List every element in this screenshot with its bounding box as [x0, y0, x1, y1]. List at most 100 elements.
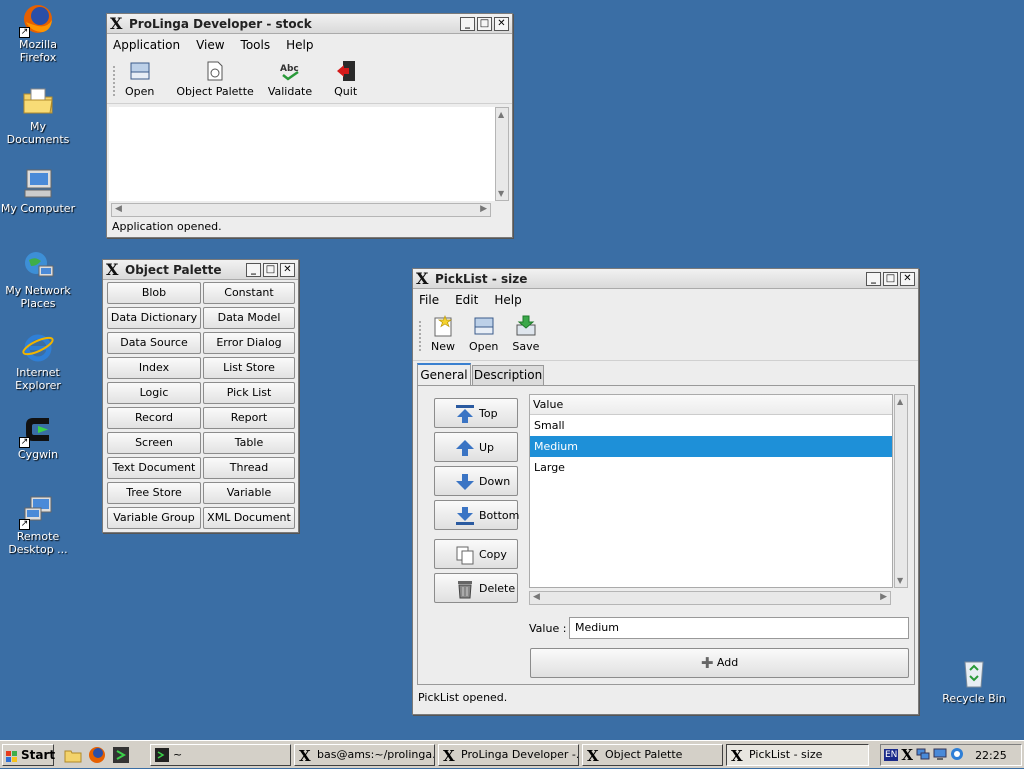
arrow-top-icon [455, 404, 475, 424]
copy-button[interactable]: Copy [434, 539, 518, 569]
clock[interactable]: 22:25 [975, 749, 1007, 762]
object-palette-button[interactable]: Object Palette [176, 60, 254, 98]
bottom-button[interactable]: Bottom [434, 500, 519, 530]
palette-xml-document-button[interactable]: XML Document [203, 507, 295, 529]
desktop-icon-cygwin[interactable]: ↗ Cygwin [0, 412, 76, 461]
maximize-button[interactable]: □ [883, 272, 898, 286]
palette-titlebar[interactable]: X Object Palette _ □ ✕ [103, 260, 298, 280]
taskbar-item-bas[interactable]: X bas@ams:~/prolinga... [294, 744, 435, 766]
taskbar-item-object-palette[interactable]: X Object Palette [582, 744, 723, 766]
palette-variable-button[interactable]: Variable [203, 482, 295, 504]
list-item[interactable]: Large [530, 457, 892, 478]
start-button[interactable]: Start [2, 744, 55, 766]
desktop-icon-my-documents[interactable]: My Documents [0, 84, 76, 146]
palette-record-button[interactable]: Record [107, 407, 201, 429]
list-horizontal-scrollbar[interactable]: ◀ ▶ [529, 591, 891, 605]
menu-file[interactable]: File [419, 293, 439, 307]
palette-index-button[interactable]: Index [107, 357, 201, 379]
display-icon[interactable] [933, 747, 947, 764]
close-button[interactable]: ✕ [900, 272, 915, 286]
palette-error-dialog-button[interactable]: Error Dialog [203, 332, 295, 354]
menu-application[interactable]: Application [113, 38, 180, 52]
network-icon [21, 248, 55, 282]
palette-variable-group-button[interactable]: Variable Group [107, 507, 201, 529]
palette-pick-list-button[interactable]: Pick List [203, 382, 295, 404]
add-button[interactable]: ✚ Add [530, 648, 909, 678]
toolbar-grip[interactable] [419, 321, 423, 351]
arrow-down-icon [455, 472, 475, 492]
palette-logic-button[interactable]: Logic [107, 382, 201, 404]
save-button[interactable]: Save [512, 315, 539, 353]
menu-view[interactable]: View [196, 38, 224, 52]
desktop-icon-internet-explorer[interactable]: Internet Explorer [0, 330, 76, 392]
add-icon: ✚ [700, 654, 714, 672]
task-label: bas@ams:~/prolinga... [317, 748, 435, 761]
firefox-icon[interactable] [88, 746, 106, 767]
quit-button[interactable]: Quit [334, 60, 357, 98]
close-button[interactable]: ✕ [280, 263, 295, 277]
main-window-titlebar[interactable]: X ProLinga Developer - stock _ □ ✕ [107, 14, 512, 34]
menu-help[interactable]: Help [286, 38, 313, 52]
tab-general[interactable]: General [417, 363, 471, 385]
value-input[interactable]: Medium [569, 617, 909, 639]
main-content-area[interactable] [109, 107, 497, 201]
x-server-icon[interactable]: X [901, 746, 913, 764]
picklist-titlebar[interactable]: X PickList - size _ □ ✕ [413, 269, 918, 289]
palette-text-document-button[interactable]: Text Document [107, 457, 201, 479]
palette-table-button[interactable]: Table [203, 432, 295, 454]
minimize-button[interactable]: _ [866, 272, 881, 286]
list-item[interactable]: Small [530, 415, 892, 436]
palette-tree-store-button[interactable]: Tree Store [107, 482, 201, 504]
tab-description[interactable]: Description [472, 365, 544, 385]
taskbar-item-prolinga[interactable]: X ProLinga Developer -... [438, 744, 579, 766]
vpn-icon[interactable] [950, 747, 964, 764]
menu-edit[interactable]: Edit [455, 293, 478, 307]
taskbar-item-picklist[interactable]: X PickList - size [726, 744, 869, 766]
desktop-icon-my-computer[interactable]: My Computer [0, 166, 76, 215]
palette-report-button[interactable]: Report [203, 407, 295, 429]
list-column-header[interactable]: Value [530, 395, 892, 415]
palette-data-model-button[interactable]: Data Model [203, 307, 295, 329]
main-vertical-scrollbar[interactable]: ▲ ▼ [495, 107, 509, 201]
delete-button[interactable]: Delete [434, 573, 518, 603]
palette-data-source-button[interactable]: Data Source [107, 332, 201, 354]
open-button[interactable]: Open [469, 315, 498, 353]
desktop-icon-firefox[interactable]: ↗ Mozilla Firefox [0, 2, 76, 64]
quicklaunch [64, 746, 130, 767]
status-text: Application opened. [112, 220, 222, 233]
menu-help[interactable]: Help [494, 293, 521, 307]
picklist-window: X PickList - size _ □ ✕ File Edit Help N… [412, 268, 919, 715]
cygwin-terminal-icon[interactable] [112, 746, 130, 767]
palette-constant-button[interactable]: Constant [203, 282, 295, 304]
toolbar-grip[interactable] [113, 66, 117, 96]
desktop-icon-remote-desktop[interactable]: ↗ Remote Desktop ... [0, 494, 76, 556]
close-button[interactable]: ✕ [494, 17, 509, 31]
minimize-button[interactable]: _ [246, 263, 261, 277]
down-button[interactable]: Down [434, 466, 518, 496]
palette-thread-button[interactable]: Thread [203, 457, 295, 479]
palette-screen-button[interactable]: Screen [107, 432, 201, 454]
save-label: Save [512, 340, 540, 353]
maximize-button[interactable]: □ [263, 263, 278, 277]
up-button[interactable]: Up [434, 432, 518, 462]
new-button[interactable]: New [431, 315, 455, 353]
desktop-icon-recycle-bin[interactable]: Recycle Bin [936, 656, 1012, 705]
list-vertical-scrollbar[interactable]: ▲ ▼ [894, 394, 908, 588]
minimize-button[interactable]: _ [460, 17, 475, 31]
network-icon[interactable] [916, 747, 930, 764]
palette-list-store-button[interactable]: List Store [203, 357, 295, 379]
main-horizontal-scrollbar[interactable]: ◀ ▶ [111, 203, 491, 217]
top-button[interactable]: Top [434, 398, 518, 428]
menu-tools[interactable]: Tools [241, 38, 271, 52]
taskbar-item-terminal[interactable]: ~ [150, 744, 291, 766]
task-label: Object Palette [605, 748, 683, 761]
validate-button[interactable]: Abc Validate [268, 60, 312, 98]
open-button[interactable]: Open [125, 60, 154, 98]
palette-blob-button[interactable]: Blob [107, 282, 201, 304]
desktop-icon-network[interactable]: My Network Places [0, 248, 76, 310]
language-indicator[interactable]: EN [884, 749, 899, 761]
palette-data-dictionary-button[interactable]: Data Dictionary [107, 307, 201, 329]
folder-icon[interactable] [64, 746, 82, 767]
maximize-button[interactable]: □ [477, 17, 492, 31]
list-item-selected[interactable]: Medium [530, 436, 892, 457]
